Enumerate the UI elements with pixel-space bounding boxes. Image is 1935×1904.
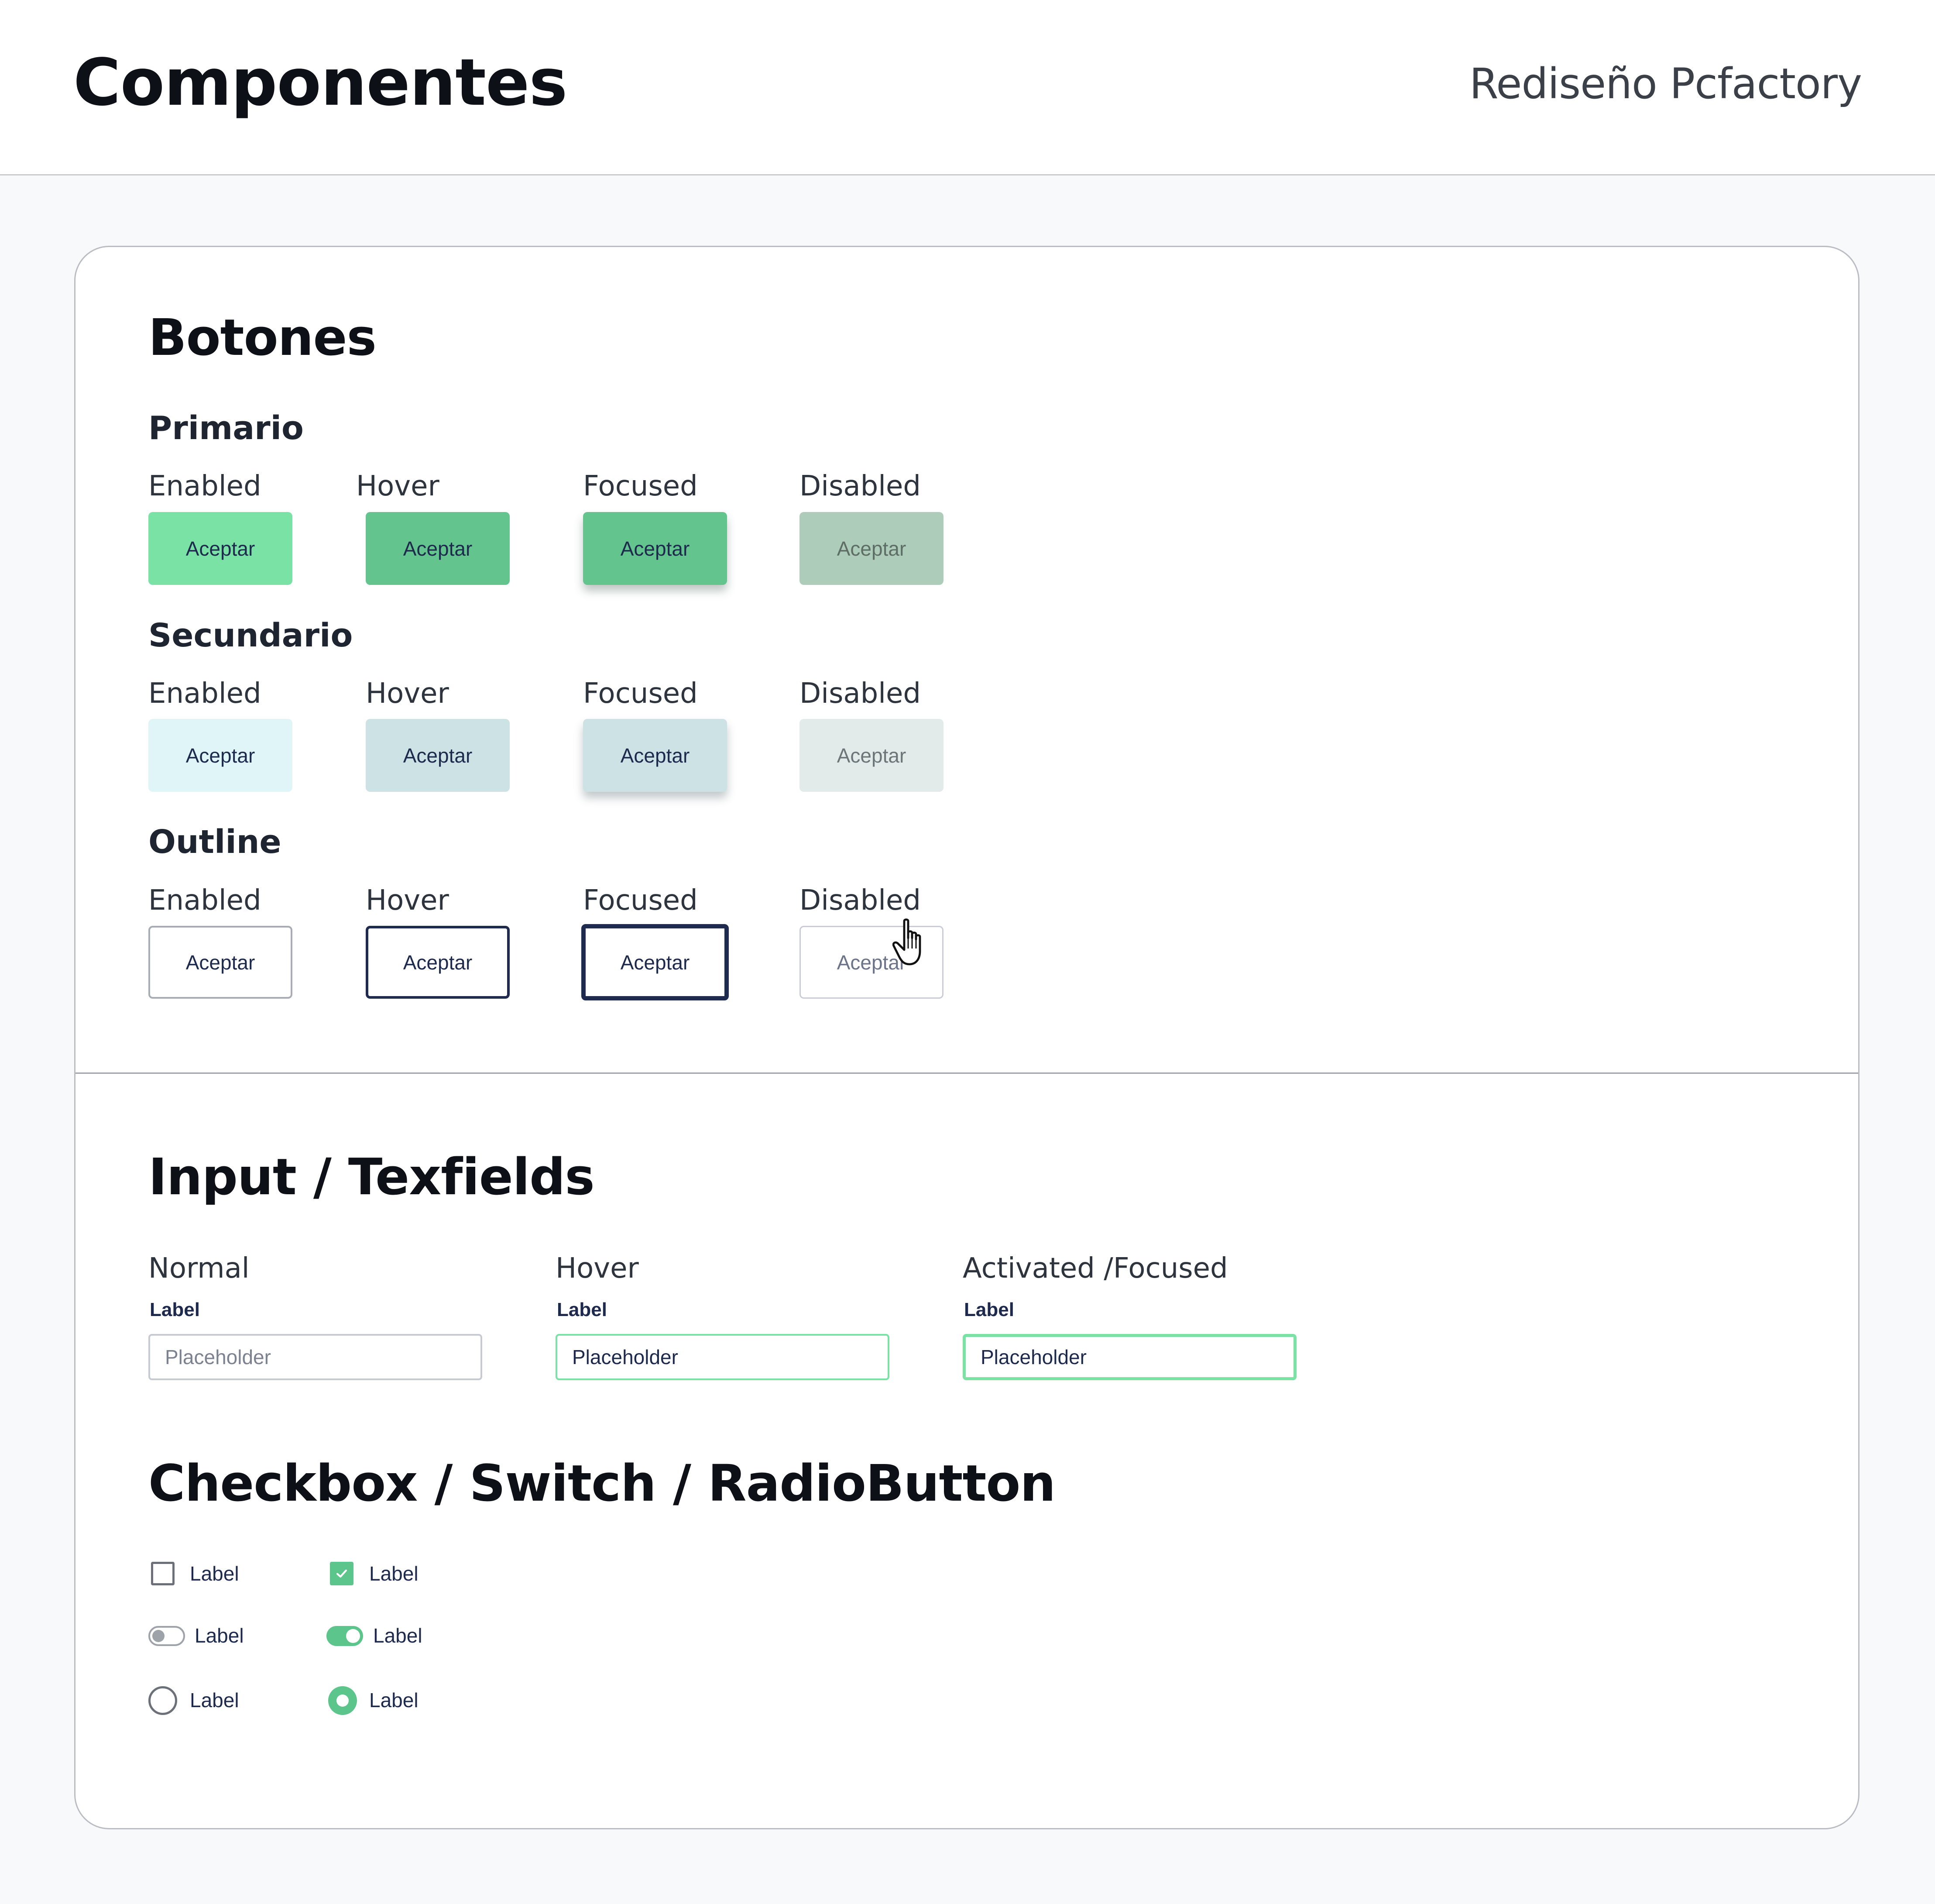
page-header: Componentes Rediseño Pcfactory [0, 0, 1935, 175]
text-input-normal[interactable] [148, 1334, 482, 1380]
inputs-section-title: Input / Texfields [148, 1148, 595, 1206]
switch-off[interactable] [148, 1626, 185, 1646]
secondary-button-enabled[interactable]: Aceptar [148, 719, 292, 792]
radio-label: Label [190, 1689, 239, 1712]
input-label: Label [150, 1299, 200, 1320]
outline-group-title: Outline [148, 823, 281, 861]
project-name: Rediseño Pcfactory [1469, 59, 1862, 108]
state-label: Enabled [148, 470, 261, 502]
state-label: Disabled [799, 884, 921, 917]
section-divider [75, 1072, 1858, 1074]
buttons-section-title: Botones [148, 309, 377, 367]
input-label: Label [557, 1299, 607, 1320]
page-title: Componentes [73, 45, 567, 120]
text-input-hover[interactable] [556, 1334, 889, 1380]
text-input-focused[interactable] [963, 1334, 1297, 1380]
checkbox-unchecked[interactable] [151, 1562, 175, 1585]
state-label: Enabled [148, 884, 261, 917]
switch-label: Label [195, 1624, 244, 1647]
radio-label: Label [369, 1689, 419, 1712]
outline-button-hover[interactable]: Aceptar [366, 926, 510, 999]
checkbox-label: Label [190, 1562, 239, 1585]
outline-button-focused[interactable]: Aceptar [581, 924, 729, 1000]
primary-button-disabled: Aceptar [799, 512, 943, 585]
radio-selected[interactable] [328, 1686, 357, 1715]
radio-unselected[interactable] [148, 1686, 177, 1715]
state-label: Enabled [148, 677, 261, 710]
secondary-group-title: Secundario [148, 617, 353, 654]
input-label: Label [964, 1299, 1014, 1320]
state-label: Hover [366, 884, 449, 917]
state-label: Disabled [799, 470, 921, 502]
components-card: Botones Primario Enabled Hover Focused D… [74, 246, 1860, 1829]
state-label: Hover [366, 677, 449, 710]
primary-button-hover[interactable]: Aceptar [366, 512, 510, 585]
secondary-button-focused[interactable]: Aceptar [583, 719, 727, 792]
state-label: Focused [583, 470, 698, 502]
checkmark-icon [336, 1569, 347, 1578]
primary-button-enabled[interactable]: Aceptar [148, 512, 292, 585]
input-state-label: Normal [148, 1252, 250, 1285]
secondary-button-hover[interactable]: Aceptar [366, 719, 510, 792]
state-label: Focused [583, 677, 698, 710]
input-state-label: Hover [556, 1252, 639, 1285]
primary-group-title: Primario [148, 409, 304, 447]
hand-cursor-icon [892, 918, 921, 966]
controls-section-title: Checkbox / Switch / RadioButton [148, 1454, 1056, 1513]
checkbox-checked[interactable] [330, 1562, 353, 1585]
switch-label: Label [373, 1624, 422, 1647]
state-label: Focused [583, 884, 698, 917]
checkbox-label: Label [369, 1562, 419, 1585]
input-state-label: Activated /Focused [963, 1252, 1228, 1285]
outline-button-enabled[interactable]: Aceptar [148, 926, 292, 999]
state-label: Hover [356, 470, 439, 502]
primary-button-focused[interactable]: Aceptar [583, 512, 727, 585]
switch-on[interactable] [326, 1626, 363, 1646]
secondary-button-disabled: Aceptar [799, 719, 943, 792]
state-label: Disabled [799, 677, 921, 710]
